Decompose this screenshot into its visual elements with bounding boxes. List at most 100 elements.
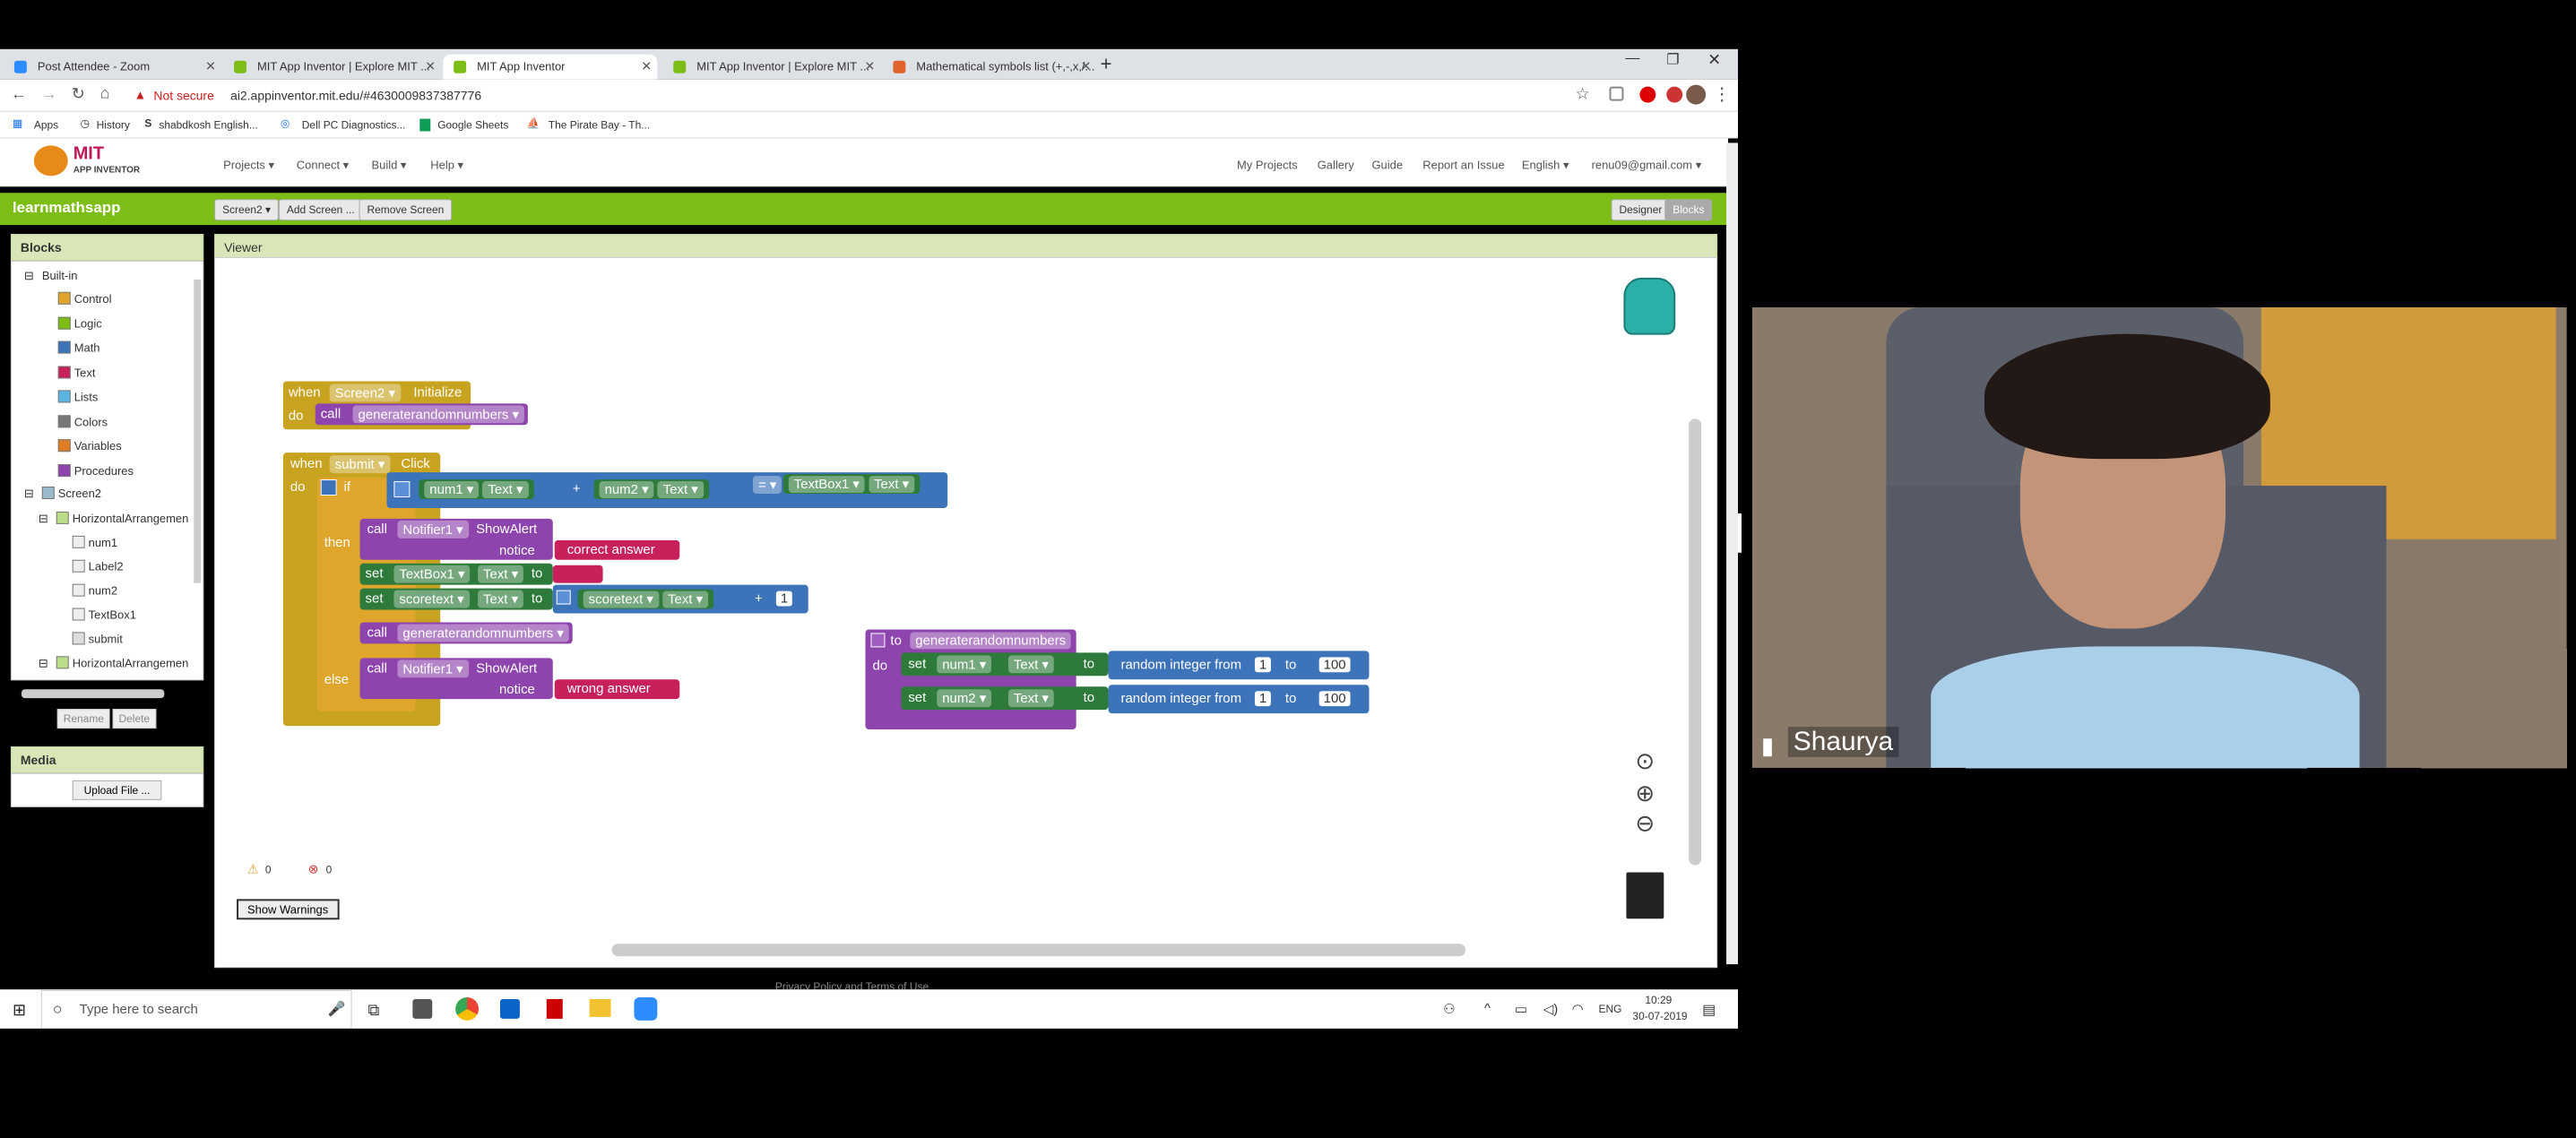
- page-scrollbar[interactable]: [1726, 142, 1738, 965]
- collapse-icon[interactable]: ⊟: [24, 487, 34, 501]
- microphone-icon[interactable]: 🎤: [328, 1000, 346, 1018]
- link-guide[interactable]: Guide: [1371, 158, 1403, 171]
- url-input[interactable]: ai2.appinventor.mit.edu/#463000983738777…: [230, 89, 481, 103]
- screen-select[interactable]: Screen2 ▾: [214, 199, 279, 221]
- battery-icon[interactable]: ▭: [1515, 1001, 1527, 1017]
- bookmark-shabdkosh[interactable]: shabdkosh English...: [159, 119, 257, 132]
- num2-text-getter[interactable]: num2 ▾ Text ▾: [593, 479, 709, 499]
- rename-button[interactable]: Rename: [56, 709, 110, 729]
- recenter-icon[interactable]: ⊙: [1635, 747, 1655, 775]
- tree-item-num1[interactable]: num1: [72, 535, 117, 549]
- language-select[interactable]: English ▾: [1522, 158, 1569, 172]
- text-block-correct[interactable]: correct answer: [554, 539, 680, 560]
- number-block[interactable]: 1: [1254, 691, 1272, 707]
- close-icon[interactable]: ✕: [205, 59, 216, 74]
- opera-icon[interactable]: [1639, 86, 1656, 103]
- menu-icon[interactable]: ⋮: [1713, 83, 1731, 106]
- upload-file-button[interactable]: Upload File ...: [72, 780, 162, 800]
- menu-projects[interactable]: Projects ▾: [223, 158, 274, 172]
- back-icon[interactable]: ←: [11, 85, 27, 104]
- tree-scrollbar[interactable]: [194, 279, 202, 583]
- volume-icon[interactable]: ◁): [1543, 1001, 1558, 1017]
- set-scoretext-block[interactable]: set scoretext ▾ Text ▾ to: [359, 588, 553, 610]
- tree-item-label2[interactable]: Label2: [72, 559, 124, 573]
- star-icon[interactable]: ☆: [1576, 85, 1590, 104]
- wifi-icon[interactable]: ◠: [1572, 1001, 1584, 1017]
- link-gallery[interactable]: Gallery: [1318, 158, 1354, 171]
- set-num1-block[interactable]: set num1 ▾ Text ▾ to: [901, 652, 1109, 677]
- set-num2-block[interactable]: set num2 ▾ Text ▾ to: [901, 686, 1109, 711]
- language-indicator[interactable]: ENG: [1599, 1003, 1622, 1015]
- add-screen-button[interactable]: Add Screen ...: [278, 199, 363, 221]
- workspace-vscrollbar[interactable]: [1689, 418, 1702, 866]
- remove-screen-button[interactable]: Remove Screen: [359, 199, 453, 221]
- browser-tab[interactable]: Post Attendee - Zoom ✕: [4, 55, 218, 80]
- tree-item-textbox1[interactable]: TextBox1: [72, 608, 136, 621]
- call-procedure-block[interactable]: call generaterandomnumbers ▾: [315, 403, 528, 426]
- people-icon[interactable]: ⚇: [1443, 1001, 1455, 1017]
- notifier-showalert-block[interactable]: call Notifier1 ▾ ShowAlert notice: [359, 518, 553, 560]
- bookmark-google-sheets[interactable]: Google Sheets: [437, 119, 508, 132]
- procedure-definition-block[interactable]: to generaterandomnumbers do: [865, 629, 1076, 730]
- extension-icon[interactable]: [1666, 86, 1683, 103]
- gear-icon[interactable]: [870, 633, 886, 648]
- bookmark-dell[interactable]: Dell PC Diagnostics...: [302, 119, 406, 132]
- menu-connect[interactable]: Connect ▾: [297, 158, 349, 172]
- tree-item-math[interactable]: Math: [57, 341, 134, 366]
- gear-icon[interactable]: [556, 590, 571, 605]
- number-block[interactable]: 100: [1318, 657, 1351, 673]
- tree-item-submit[interactable]: submit: [72, 632, 123, 645]
- browser-tab-active[interactable]: MIT App Inventor ✕: [443, 54, 658, 80]
- tree-arrangement[interactable]: HorizontalArrangemen: [56, 511, 189, 525]
- tree-item-procedures[interactable]: Procedures: [57, 463, 134, 488]
- backpack-icon[interactable]: [1623, 277, 1676, 335]
- set-textbox1-block[interactable]: set TextBox1 ▾ Text ▾ to: [359, 563, 553, 585]
- account-menu[interactable]: renu09@gmail.com ▾: [1592, 158, 1702, 172]
- store-icon[interactable]: [412, 998, 433, 1019]
- new-tab-icon[interactable]: +: [1101, 53, 1112, 76]
- clock-time[interactable]: 10:29: [1645, 994, 1672, 1006]
- close-icon[interactable]: ✕: [425, 59, 436, 74]
- text-block-wrong[interactable]: wrong answer: [554, 679, 680, 700]
- tree-item-variables[interactable]: Variables: [57, 439, 134, 463]
- menu-help[interactable]: Help ▾: [430, 158, 463, 172]
- scoretext-text-getter[interactable]: scoretext ▾ Text ▾: [577, 589, 714, 609]
- workspace-hscrollbar[interactable]: [611, 944, 1466, 957]
- appinventor-logo-icon[interactable]: [33, 145, 68, 177]
- windows-start-icon[interactable]: ⊞: [13, 1001, 26, 1020]
- num1-text-getter[interactable]: num1 ▾ Text ▾: [419, 479, 534, 499]
- not-secure-label[interactable]: Not secure: [153, 89, 213, 103]
- tree-builtin[interactable]: Built-in: [42, 269, 78, 282]
- split-handle[interactable]: [1737, 513, 1742, 553]
- call-procedure-block[interactable]: call generaterandomnumbers ▾: [359, 622, 573, 644]
- close-icon[interactable]: ✕: [865, 59, 876, 74]
- textbox1-text-getter[interactable]: TextBox1 ▾ Text ▾: [782, 474, 921, 495]
- tree-item-lists[interactable]: Lists: [57, 390, 134, 414]
- extension-icon[interactable]: [1609, 86, 1624, 101]
- link-report-issue[interactable]: Report an Issue: [1422, 158, 1504, 171]
- zoom-out-icon[interactable]: ⊖: [1635, 810, 1655, 838]
- random-integer-block[interactable]: random integer from 1 to 100: [1108, 651, 1370, 680]
- minimize-icon[interactable]: —: [1625, 51, 1639, 67]
- add-block[interactable]: scoretext ▾ Text ▾ + 1: [552, 584, 808, 614]
- bookmark-apps[interactable]: Apps: [34, 119, 58, 132]
- zoom-in-icon[interactable]: ⊕: [1635, 780, 1655, 807]
- number-block[interactable]: 100: [1318, 691, 1351, 707]
- browser-tab[interactable]: Mathematical symbols list (+,-,x,/... ✕: [882, 55, 1096, 80]
- tree-hscrollbar[interactable]: [21, 689, 165, 699]
- bookmark-history[interactable]: History: [97, 119, 130, 132]
- restore-icon[interactable]: ❐: [1666, 51, 1679, 69]
- random-integer-block[interactable]: random integer from 1 to 100: [1108, 685, 1370, 714]
- menu-build[interactable]: Build ▾: [372, 158, 407, 172]
- chevron-up-icon[interactable]: ^: [1484, 1001, 1491, 1016]
- browser-tab[interactable]: MIT App Inventor | Explore MIT ... ✕: [662, 55, 877, 80]
- tree-item-num2[interactable]: num2: [72, 583, 117, 598]
- tree-screen2[interactable]: Screen2: [41, 487, 101, 500]
- gear-icon[interactable]: [320, 479, 337, 496]
- zoom-icon[interactable]: [634, 996, 658, 1021]
- number-block[interactable]: 1: [775, 591, 793, 607]
- bookmark-pirate-bay[interactable]: The Pirate Bay - Th...: [549, 119, 650, 132]
- notifier-showalert-block[interactable]: call Notifier1 ▾ ShowAlert notice: [359, 658, 553, 700]
- folder-icon[interactable]: [589, 998, 611, 1017]
- designer-button[interactable]: Designer: [1611, 199, 1671, 221]
